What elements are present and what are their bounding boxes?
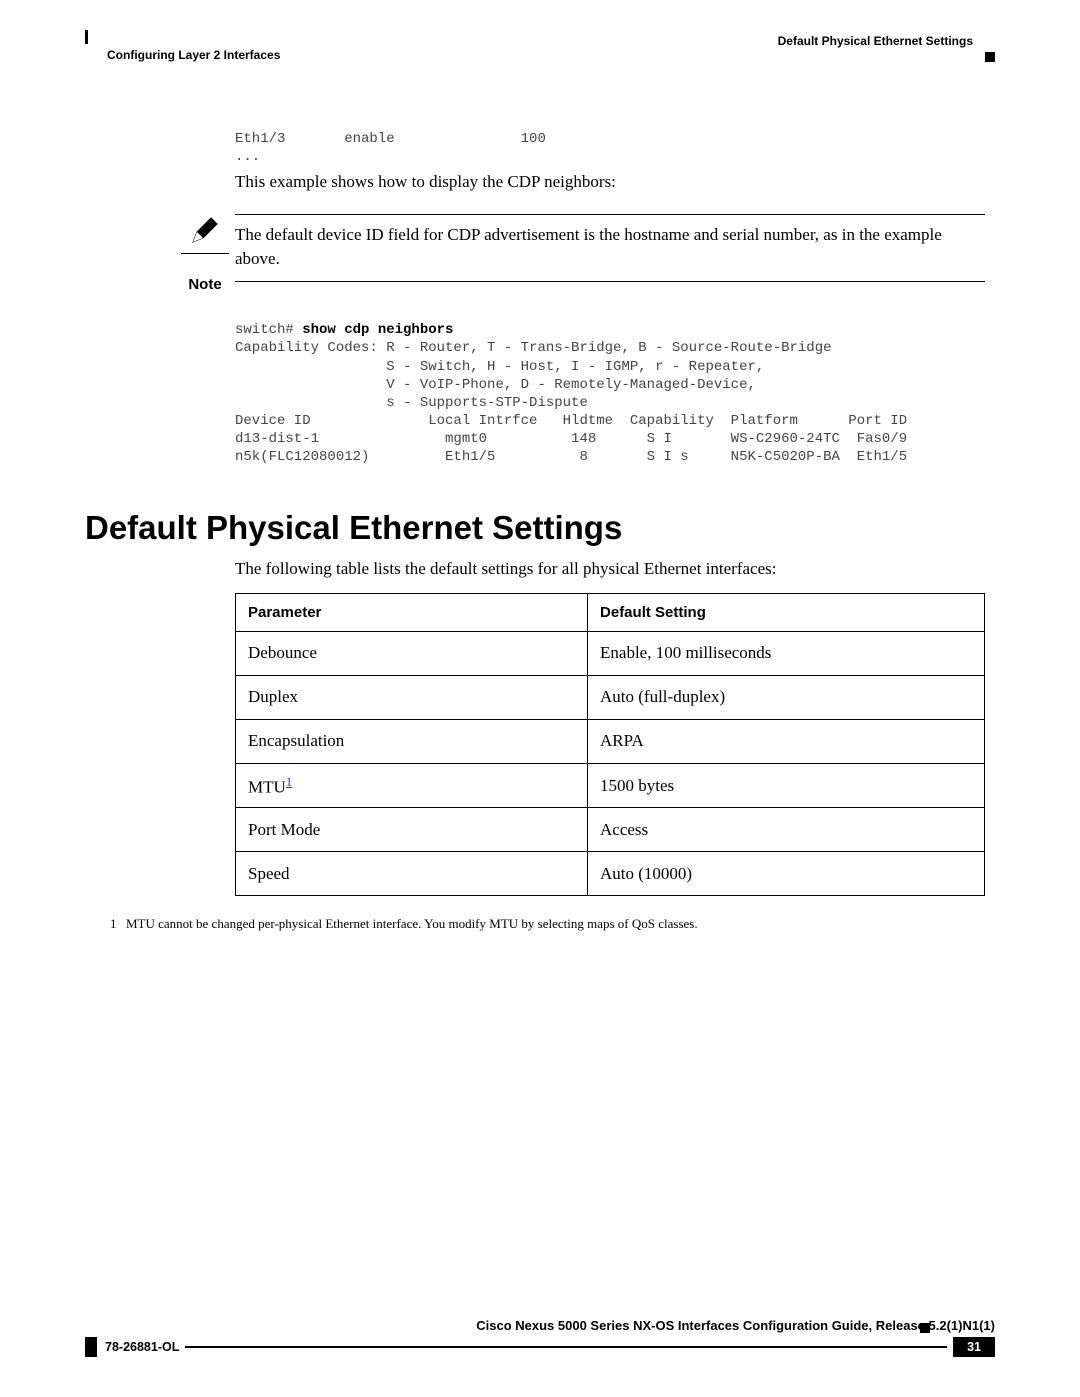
footnote-number: 1 — [110, 916, 126, 932]
cli-line: Capability Codes: R - Router, T - Trans-… — [235, 339, 995, 357]
cli-line: S - Switch, H - Host, I - IGMP, r - Repe… — [235, 358, 995, 376]
table-header-parameter: Parameter — [236, 593, 588, 631]
table-row: Encapsulation ARPA — [236, 719, 985, 763]
footer-crop-mark — [85, 1337, 97, 1357]
cell-param: Duplex — [236, 675, 588, 719]
cell-setting: Enable, 100 milliseconds — [588, 631, 985, 675]
page-header: Configuring Layer 2 Interfaces Default P… — [85, 30, 995, 62]
cell-setting: Auto (full-duplex) — [588, 675, 985, 719]
chapter-title: Configuring Layer 2 Interfaces — [107, 48, 280, 62]
cli-line: s - Supports-STP-Dispute — [235, 394, 995, 412]
note-text: The default device ID field for CDP adve… — [235, 223, 985, 271]
cell-param: Port Mode — [236, 808, 588, 852]
cli-line: Eth1/3 enable 100 — [235, 130, 985, 148]
note-rule-top — [235, 214, 985, 215]
footer-accent-square — [920, 1323, 930, 1333]
cli-line: d13-dist-1 mgmt0 148 S I WS-C2960-24TC F… — [235, 430, 995, 448]
cli-output-block-1: Eth1/3 enable 100 ... This example shows… — [235, 130, 985, 194]
table-row: MTU1 1500 bytes — [236, 763, 985, 808]
crop-mark-left: Configuring Layer 2 Interfaces — [85, 30, 280, 62]
section-title: Default Physical Ethernet Settings — [778, 34, 973, 48]
example-intro-text: This example shows how to display the CD… — [235, 170, 985, 194]
table-row: Duplex Auto (full-duplex) — [236, 675, 985, 719]
footer-rule — [185, 1346, 947, 1357]
page-footer: Cisco Nexus 5000 Series NX-OS Interfaces… — [85, 1318, 995, 1357]
footnote: 1 MTU cannot be changed per-physical Eth… — [110, 916, 995, 932]
table-header-setting: Default Setting — [588, 593, 985, 631]
cell-param: Speed — [236, 852, 588, 896]
cell-setting: Access — [588, 808, 985, 852]
crop-mark-right: Default Physical Ethernet Settings — [778, 30, 995, 62]
note-rule-bottom — [235, 281, 985, 282]
cli-line: n5k(FLC12080012) Eth1/5 8 S I s N5K-C502… — [235, 448, 995, 466]
cli-line: V - VoIP-Phone, D - Remotely-Managed-Dev… — [235, 376, 995, 394]
note-block: Note The default device ID field for CDP… — [175, 214, 985, 293]
cell-setting: ARPA — [588, 719, 985, 763]
cell-param: MTU1 — [236, 763, 588, 808]
table-row: Speed Auto (10000) — [236, 852, 985, 896]
cell-param: Debounce — [236, 631, 588, 675]
footer-doc-number: 78-26881-OL — [105, 1340, 179, 1354]
settings-table: Parameter Default Setting Debounce Enabl… — [235, 593, 985, 897]
table-row: Port Mode Access — [236, 808, 985, 852]
heading-default-settings: Default Physical Ethernet Settings — [85, 509, 995, 547]
table-header-row: Parameter Default Setting — [236, 593, 985, 631]
cli-line: ... — [235, 148, 985, 166]
cell-param: Encapsulation — [236, 719, 588, 763]
footer-page-number: 31 — [953, 1337, 995, 1357]
cell-setting: Auto (10000) — [588, 852, 985, 896]
note-pen-icon — [189, 214, 221, 251]
cli-prompt-line: switch# show cdp neighbors — [235, 321, 995, 339]
cli-line: Device ID Local Intrfce Hldtme Capabilit… — [235, 412, 995, 430]
footer-guide-title: Cisco Nexus 5000 Series NX-OS Interfaces… — [85, 1318, 995, 1333]
table-intro-text: The following table lists the default se… — [235, 559, 995, 579]
cell-setting: 1500 bytes — [588, 763, 985, 808]
footnote-link[interactable]: 1 — [286, 774, 293, 789]
table-row: Debounce Enable, 100 milliseconds — [236, 631, 985, 675]
cli-output-block-2: switch# show cdp neighbors Capability Co… — [235, 321, 995, 467]
footnote-text: MTU cannot be changed per-physical Ether… — [126, 916, 698, 932]
note-label: Note — [188, 276, 221, 293]
